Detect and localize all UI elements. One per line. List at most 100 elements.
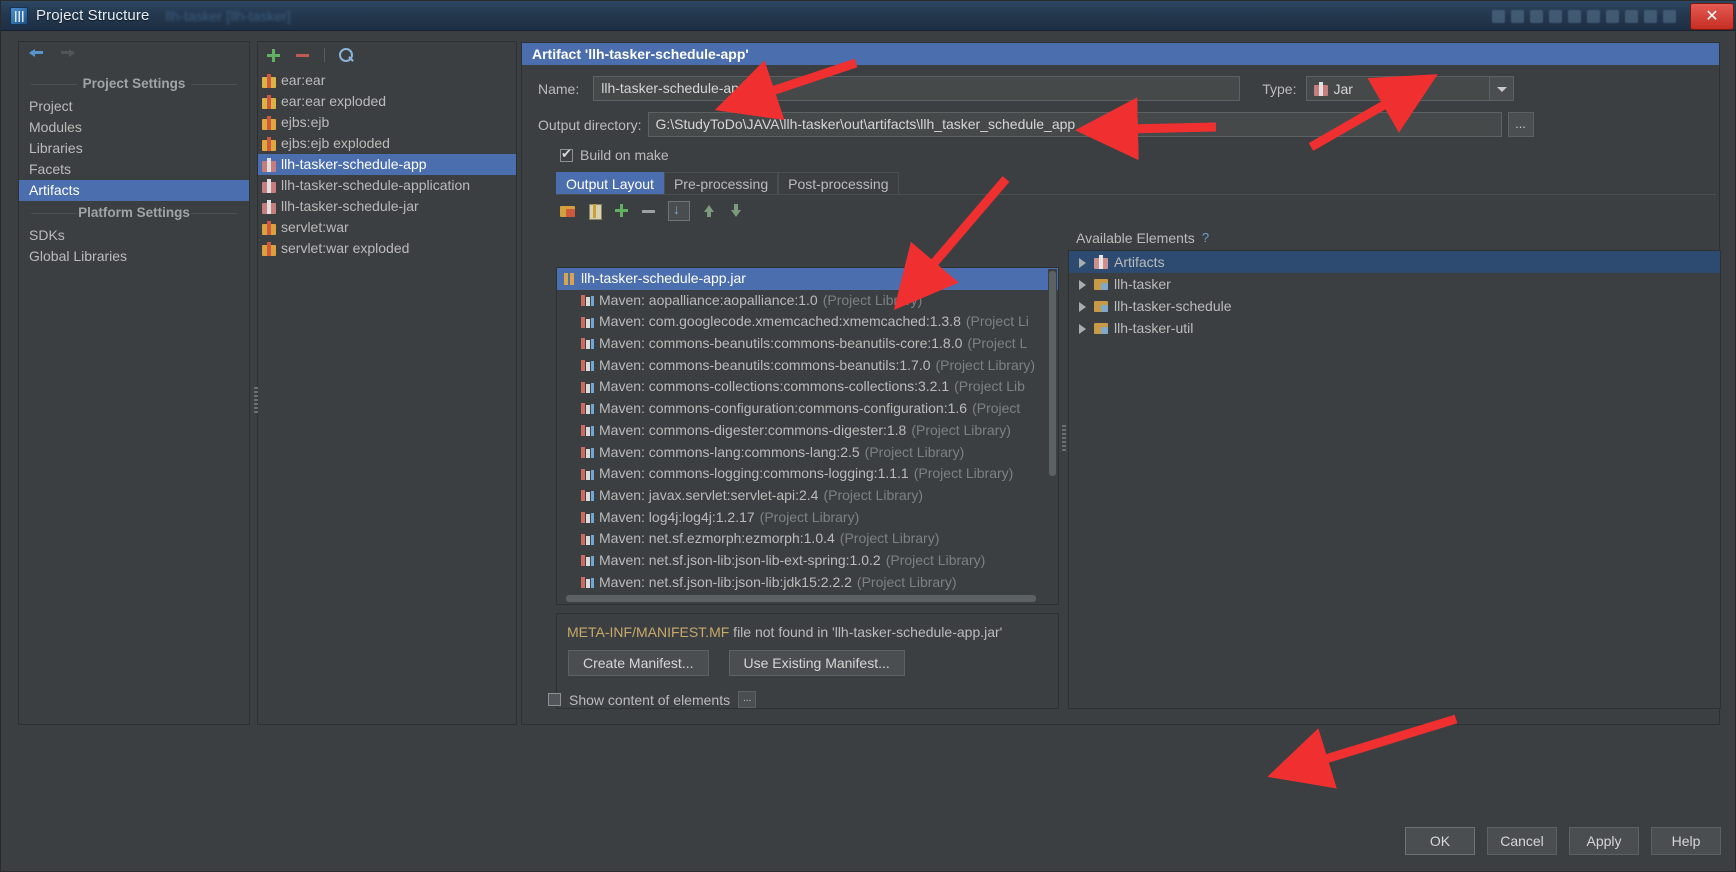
library-label: Maven: net.sf.ezmorph:ezmorph:1.0.4 bbox=[599, 530, 835, 547]
expand-triangle-icon[interactable] bbox=[1077, 279, 1088, 290]
chevron-down-icon[interactable] bbox=[1489, 77, 1514, 100]
cancel-button[interactable]: Cancel bbox=[1487, 827, 1557, 855]
output-tree-row[interactable]: Maven: net.sf.json-lib:json-lib:jdk15:2.… bbox=[557, 572, 1058, 594]
output-tree-row[interactable]: Maven: javax.servlet:servlet-api:2.4 (Pro… bbox=[557, 485, 1058, 507]
build-on-make-checkbox[interactable] bbox=[560, 146, 573, 162]
list-item[interactable]: llh-tasker-schedule-jar bbox=[258, 196, 516, 217]
library-label: Maven: net.sf.json-lib:json-lib:jdk15:2.… bbox=[599, 573, 852, 590]
apply-button[interactable]: Apply bbox=[1569, 827, 1639, 855]
help-icon[interactable]: ? bbox=[1202, 230, 1209, 245]
build-on-make-row[interactable]: Build on make bbox=[522, 146, 1719, 163]
library-icon bbox=[581, 533, 594, 546]
move-up-icon[interactable] bbox=[701, 203, 717, 219]
close-button[interactable]: ✕ bbox=[1690, 2, 1734, 30]
library-icon bbox=[581, 489, 594, 502]
hscrollbar-thumb[interactable] bbox=[566, 595, 1036, 602]
library-icon bbox=[581, 294, 594, 307]
tab-pre-processing[interactable]: Pre-processing bbox=[663, 172, 779, 194]
sidebar-item-libraries[interactable]: Libraries bbox=[19, 138, 249, 159]
output-tree-row[interactable]: Maven: commons-beanutils:commons-beanuti… bbox=[557, 333, 1058, 355]
remove-icon[interactable] bbox=[295, 48, 310, 63]
vscrollbar-thumb[interactable] bbox=[1049, 271, 1056, 476]
add-element-icon[interactable] bbox=[614, 203, 630, 219]
output-tree-row[interactable]: Maven: commons-beanutils:commons-beanuti… bbox=[557, 355, 1058, 377]
output-root-node[interactable]: llh-tasker-schedule-app.jar bbox=[557, 268, 1058, 290]
list-item[interactable]: ejbs:ejb bbox=[258, 112, 516, 133]
tab-output-layout[interactable]: Output Layout bbox=[556, 172, 664, 194]
output-tree-row[interactable]: Maven: net.sf.ezmorph:ezmorph:1.0.4 (Proj… bbox=[557, 528, 1058, 550]
sidebar-item-facets[interactable]: Facets bbox=[19, 159, 249, 180]
sidebar-item-project[interactable]: Project bbox=[19, 96, 249, 117]
project-structure-dialog: Project Structure llh-tasker [llh-tasker… bbox=[0, 0, 1736, 872]
list-item[interactable]: ear:ear bbox=[258, 70, 516, 91]
tab-post-processing[interactable]: Post-processing bbox=[778, 172, 899, 194]
sidebar-item-modules[interactable]: Modules bbox=[19, 117, 249, 138]
add-archive-icon[interactable] bbox=[587, 203, 603, 220]
expand-triangle-icon[interactable] bbox=[1077, 257, 1088, 268]
output-tree-row[interactable]: Maven: net.sf.json-lib:json-lib-ext-spri… bbox=[557, 550, 1058, 572]
search-icon[interactable] bbox=[339, 47, 354, 63]
show-content-row[interactable]: Show content of elements ... bbox=[548, 691, 757, 708]
output-tree-row[interactable]: Maven: commons-collections:commons-colle… bbox=[557, 376, 1058, 398]
output-directory-input[interactable]: G:\StudyToDo\JAVA\llh-tasker\out\artifac… bbox=[647, 112, 1502, 137]
output-tree-row[interactable]: Maven: commons-digester:commons-digester… bbox=[557, 420, 1058, 442]
list-item[interactable]: llh-tasker-schedule-app bbox=[258, 154, 516, 175]
artifact-label: llh-tasker-schedule-app bbox=[281, 156, 427, 172]
output-directory-row: Output directory: G:\StudyToDo\JAVA\llh-… bbox=[522, 112, 1719, 137]
available-elements-tree[interactable]: Artifacts llh-tasker llh-tasker-schedule ll… bbox=[1068, 250, 1721, 709]
browse-directory-button[interactable]: ... bbox=[1507, 112, 1534, 137]
sidebar-item-global-libraries[interactable]: Global Libraries bbox=[19, 246, 249, 267]
library-label: Maven: commons-logging:commons-logging:1… bbox=[599, 465, 909, 482]
node-label: llh-tasker-schedule-app.jar bbox=[581, 270, 746, 286]
output-tree-row[interactable]: Maven: com.googlecode.xmemcached:xmemcac… bbox=[557, 311, 1058, 333]
list-item[interactable]: servlet:war exploded bbox=[258, 238, 516, 259]
artifact-name-input[interactable]: llh-tasker-schedule-app bbox=[593, 76, 1241, 101]
help-button[interactable]: Help bbox=[1651, 827, 1721, 855]
panel-split-handle[interactable] bbox=[1062, 425, 1066, 451]
remove-element-icon[interactable] bbox=[641, 203, 657, 219]
show-content-options-button[interactable]: ... bbox=[738, 691, 757, 708]
detail-tabs: Output Layout Pre-processing Post-processi… bbox=[556, 172, 1716, 195]
output-tree-row[interactable]: Maven: commons-configuration:commons-con… bbox=[557, 398, 1058, 420]
forward-arrow-icon[interactable] bbox=[59, 46, 75, 62]
list-item[interactable]: llh-tasker-schedule-application bbox=[258, 175, 516, 196]
sidebar-item-sdks[interactable]: SDKs bbox=[19, 225, 249, 246]
list-item[interactable]: ear:ear exploded bbox=[258, 91, 516, 112]
use-existing-manifest-button[interactable]: Use Existing Manifest... bbox=[728, 650, 905, 676]
available-element-row[interactable]: llh-tasker-util bbox=[1069, 317, 1720, 339]
sidebar-item-artifacts[interactable]: Artifacts bbox=[19, 180, 249, 201]
output-tree-hscrollbar[interactable] bbox=[558, 594, 1058, 603]
module-icon bbox=[1094, 277, 1108, 291]
library-icon bbox=[581, 576, 594, 589]
add-directory-icon[interactable] bbox=[560, 203, 576, 219]
output-tree-row[interactable]: Maven: commons-lang:commons-lang:2.5 (Pro… bbox=[557, 442, 1058, 464]
library-icon bbox=[581, 381, 594, 394]
output-tree-row[interactable]: Maven: aopalliance:aopalliance:1.0 (Proje… bbox=[557, 290, 1058, 312]
move-down-icon[interactable] bbox=[728, 203, 744, 219]
show-content-checkbox[interactable] bbox=[548, 693, 561, 706]
output-tree-row[interactable]: Maven: log4j:log4j:1.2.17 (Project Librar… bbox=[557, 507, 1058, 529]
library-label: Maven: commons-beanutils:commons-beanuti… bbox=[599, 356, 931, 373]
available-element-row[interactable]: llh-tasker bbox=[1069, 273, 1720, 295]
artifact-type-select[interactable]: Jar bbox=[1306, 76, 1515, 101]
library-note: (Project Library) bbox=[823, 486, 924, 503]
expand-triangle-icon[interactable] bbox=[1077, 323, 1088, 334]
left-split-handle[interactable] bbox=[254, 387, 258, 413]
available-element-row[interactable]: Artifacts bbox=[1069, 251, 1720, 273]
ok-button[interactable]: OK bbox=[1405, 827, 1475, 855]
back-arrow-icon[interactable] bbox=[29, 46, 45, 62]
ear-icon bbox=[262, 94, 276, 109]
expand-triangle-icon[interactable] bbox=[1077, 301, 1088, 312]
output-layout-tree[interactable]: llh-tasker-schedule-app.jar Maven: aopall… bbox=[556, 267, 1059, 605]
library-label: Maven: commons-beanutils:commons-beanuti… bbox=[599, 335, 963, 352]
available-element-row[interactable]: llh-tasker-schedule bbox=[1069, 295, 1720, 317]
ear-icon bbox=[262, 73, 276, 88]
output-tree-vscrollbar[interactable] bbox=[1048, 269, 1057, 599]
list-item[interactable]: servlet:war bbox=[258, 217, 516, 238]
library-label: Maven: aopalliance:aopalliance:1.0 bbox=[599, 291, 818, 308]
create-manifest-button[interactable]: Create Manifest... bbox=[568, 650, 709, 676]
output-tree-row[interactable]: Maven: commons-logging:commons-logging:1… bbox=[557, 463, 1058, 485]
sort-icon[interactable] bbox=[668, 201, 690, 221]
add-icon[interactable] bbox=[266, 48, 281, 63]
list-item[interactable]: ejbs:ejb exploded bbox=[258, 133, 516, 154]
